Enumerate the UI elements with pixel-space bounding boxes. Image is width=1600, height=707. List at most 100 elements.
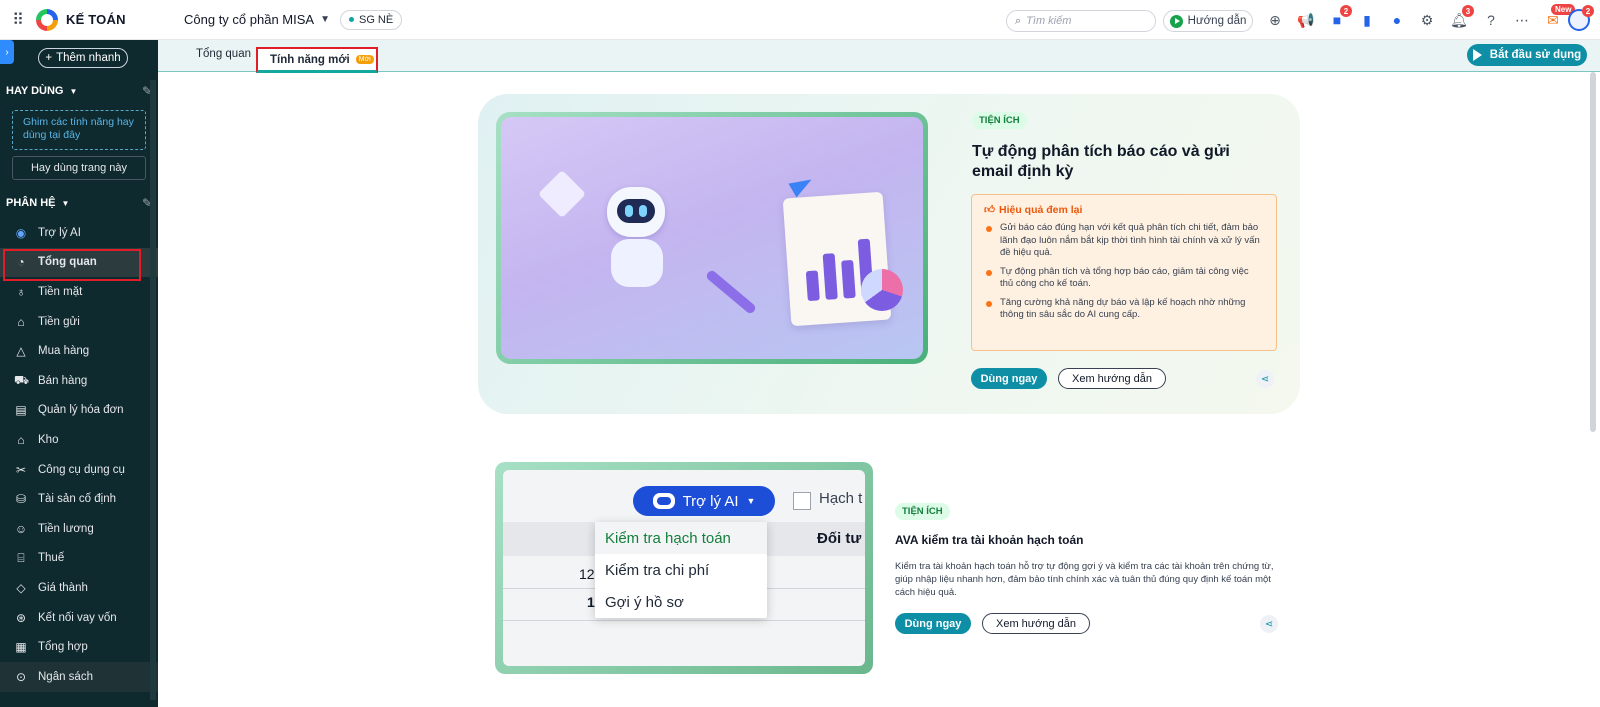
paper-plane-icon: [788, 172, 816, 198]
feature-title: AVA kiểm tra tài khoản hạch toán: [895, 533, 1084, 547]
sidebar-item-tools[interactable]: ✂ Công cụ dụng cụ: [0, 455, 158, 485]
benefits-box: 👍︎ Hiệu quả đem lại Gửi báo cáo đúng hạn…: [971, 194, 1277, 351]
loan-link-icon: ⊛: [15, 610, 27, 625]
sidebar-item-summary[interactable]: ▦ Tổng hợp: [0, 632, 158, 662]
help-icon[interactable]: ?: [1482, 11, 1500, 29]
sidebar-item-loan-connect[interactable]: ⊛ Kết nối vay vốn: [0, 603, 158, 633]
feature-illustration-ava: Trợ lý AI ▼ Hạch t Đối tư 12 1 Kiểm tra …: [495, 462, 873, 674]
sparkle-shape: [537, 169, 587, 219]
share-icon[interactable]: ⋖: [1260, 615, 1278, 633]
start-using-button[interactable]: Bắt đầu sử dụng: [1467, 44, 1587, 66]
use-now-button[interactable]: Dùng ngay: [895, 613, 971, 634]
sidebar-item-label: Tiền lương: [38, 522, 94, 535]
view-guide-button[interactable]: Xem hướng dẫn: [982, 613, 1090, 634]
sidebar-item-warehouse[interactable]: ⌂ Kho: [0, 425, 158, 455]
mobile-app-icon[interactable]: ▮: [1358, 11, 1376, 29]
cart-badge: 2: [1340, 5, 1352, 17]
share-icon[interactable]: ⋖: [1256, 370, 1274, 388]
more-icon[interactable]: ⋯: [1513, 11, 1531, 29]
sidebar-item-purchasing[interactable]: △ Mua hàng: [0, 336, 158, 366]
sidebar-scrollbar[interactable]: [150, 80, 156, 700]
favorites-section-header[interactable]: HAY DÙNG ▼ ✎: [6, 84, 152, 98]
sidebar-item-label: Ngân sách: [38, 670, 93, 683]
avatar-badge: 2: [1582, 5, 1594, 17]
sidebar-item-deposits[interactable]: ⌂ Tiền gửi: [0, 307, 158, 337]
sidebar-item-cost[interactable]: ◇ Giá thành: [0, 573, 158, 603]
chat-icon[interactable]: ●: [1388, 11, 1406, 29]
sidebar-item-label: Mua hàng: [38, 345, 90, 358]
caret-down-icon: ▼: [61, 198, 70, 208]
use-now-button[interactable]: Dùng ngay: [971, 368, 1047, 389]
checkbox-label: Hạch t: [819, 490, 863, 507]
tab-new-features[interactable]: Tính năng mới Mới: [256, 47, 378, 73]
download-icon[interactable]: ⊕: [1266, 11, 1284, 29]
tab-new-features-label: Tính năng mới: [270, 53, 350, 66]
sidebar-item-label: Quản lý hóa đơn: [38, 404, 124, 417]
sidebar-item-sales[interactable]: ⛟ Bán hàng: [0, 366, 158, 396]
sidebar-item-label: Tài sản cố định: [38, 493, 116, 506]
sidebar-toggle-button[interactable]: ›: [0, 40, 14, 64]
sidebar-item-label: Kết nối vay vốn: [38, 611, 117, 624]
table-cell: 1: [587, 594, 595, 610]
caret-down-icon: ▼: [69, 86, 78, 96]
tax-icon: ⌸: [17, 550, 25, 565]
megaphone-icon[interactable]: 📢: [1297, 11, 1315, 29]
ai-assistant-label: Trợ lý AI: [682, 492, 739, 510]
tabs-bar: Tổng quan Tính năng mới Mới: [158, 40, 1600, 73]
tab-overview[interactable]: Tổng quan: [196, 48, 251, 60]
menu-item: Kiểm tra chi phí: [605, 561, 710, 579]
company-selector[interactable]: Công ty cổ phần MISA ▼: [184, 12, 330, 27]
cart-icon[interactable]: ■ 2: [1328, 5, 1352, 29]
avatar[interactable]: 2: [1568, 5, 1594, 31]
bell-icon[interactable]: 🔔︎ 3: [1450, 5, 1474, 29]
money-bag-icon: ♁: [16, 284, 26, 299]
sidebar-item-tax[interactable]: ⌸ Thuế: [0, 544, 158, 574]
sidebar-item-label: Bán hàng: [38, 374, 88, 387]
sidebar-item-ai-assistant[interactable]: ◉ Trợ lý AI: [0, 218, 158, 248]
sidebar-item-payroll[interactable]: ☺ Tiền lương: [0, 514, 158, 544]
sidebar-item-label: Tổng hợp: [38, 641, 88, 654]
branch-name: SG NÈ: [358, 13, 394, 26]
search-placeholder: Tìm kiếm: [1026, 15, 1072, 27]
bank-icon: ⌂: [17, 314, 25, 329]
app-grid-icon[interactable]: ⠿: [0, 0, 36, 40]
robot-head: [607, 187, 665, 237]
gear-icon[interactable]: ⚙: [1418, 11, 1436, 29]
favorite-page-button[interactable]: Hay dùng trang này: [12, 156, 146, 180]
modules-section-header[interactable]: PHÂN HỆ ▼ ✎: [6, 196, 152, 210]
favorites-title: HAY DÙNG: [6, 85, 64, 97]
quick-add-label: Thêm nhanh: [56, 52, 121, 64]
search-input[interactable]: ⌕ Tìm kiếm: [1006, 10, 1156, 32]
quick-add-button[interactable]: + Thêm nhanh: [38, 48, 128, 68]
sidebar-item-overview[interactable]: ◔ Tổng quan: [0, 247, 158, 281]
company-name: Công ty cổ phần MISA: [184, 12, 315, 27]
notification-badge: 3: [1462, 5, 1474, 17]
search-icon: ⌕: [1015, 14, 1022, 27]
play-icon: [1169, 14, 1183, 28]
view-guide-button[interactable]: Xem hướng dẫn: [1058, 368, 1166, 389]
dashboard-icon: ◔: [17, 255, 25, 270]
invoice-icon: ▤: [15, 403, 27, 418]
sidebar-item-cash[interactable]: ♁ Tiền mặt: [0, 277, 158, 307]
feature-tag: TIỆN ÍCH: [972, 112, 1027, 129]
benefit-item: Gửi báo cáo đúng hạn với kết quả phân tí…: [984, 222, 1264, 260]
app-brand[interactable]: KẾ TOÁN: [36, 8, 146, 31]
menu-item: Gợi ý hồ sơ: [605, 593, 684, 611]
start-using-label: Bắt đầu sử dụng: [1489, 49, 1582, 61]
guide-button[interactable]: Hướng dẫn: [1163, 10, 1253, 32]
sidebar: + Thêm nhanh HAY DÙNG ▼ ✎ Ghim các tính …: [0, 40, 158, 707]
column-header: Đối tư: [817, 530, 862, 547]
page-scrollbar[interactable]: [1590, 72, 1596, 432]
sidebar-item-budget[interactable]: ⊙ Ngân sách: [0, 661, 158, 692]
benefit-item: Tự động phân tích và tổng hợp báo cáo, g…: [984, 266, 1264, 291]
summary-icon: ▦: [15, 640, 27, 655]
sidebar-item-label: Tổng quan: [38, 256, 97, 269]
sidebar-item-label: Giá thành: [38, 581, 88, 594]
robot-body: [611, 239, 663, 287]
sidebar-item-fixed-assets[interactable]: ⛁ Tài sản cố định: [0, 484, 158, 514]
ai-assistant-pill: Trợ lý AI ▼: [633, 486, 775, 516]
sidebar-nav: ◉ Trợ lý AI ◔ Tổng quan ♁ Tiền mặt ⌂ Tiền gử…: [0, 218, 158, 692]
cart-icon: ⛟: [14, 372, 30, 387]
branch-selector[interactable]: SG NÈ: [339, 9, 403, 30]
sidebar-item-invoices[interactable]: ▤ Quản lý hóa đơn: [0, 396, 158, 426]
